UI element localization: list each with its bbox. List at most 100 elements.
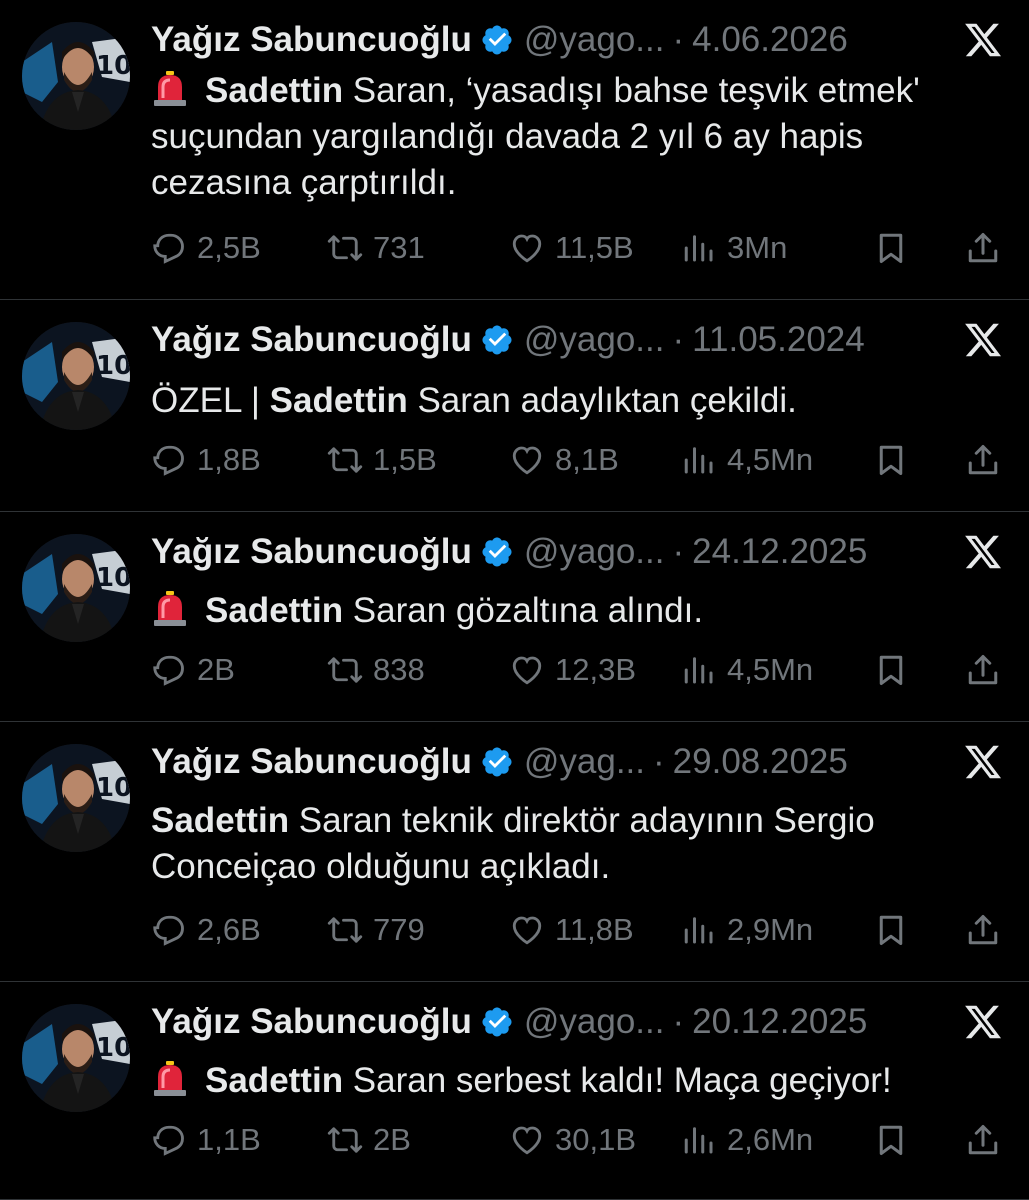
view-count: 4,5Mn xyxy=(727,652,814,687)
tweet-card[interactable]: Yağız Sabuncuoğlu @yago... · 4.06.2026 Sadet… xyxy=(0,0,1029,300)
reply-button[interactable]: 2,5B xyxy=(151,230,261,266)
retweet-count: 779 xyxy=(373,912,425,947)
retweet-count: 731 xyxy=(373,230,425,265)
author-name[interactable]: Yağız Sabuncuoğlu xyxy=(151,1002,472,1042)
share-button[interactable] xyxy=(965,1122,1011,1158)
tweet-date[interactable]: 4.06.2026 xyxy=(692,20,848,60)
like-button[interactable]: 11,5B xyxy=(509,230,634,266)
tweet-bold-name: Sadettin xyxy=(205,71,344,110)
view-count: 4,5Mn xyxy=(727,442,814,477)
tweet-date[interactable]: 11.05.2024 xyxy=(692,320,865,360)
like-button[interactable]: 8,1B xyxy=(509,442,619,478)
retweet-icon xyxy=(327,652,363,688)
bookmark-button[interactable] xyxy=(873,442,919,478)
tweet-bold-name: Sadettin xyxy=(269,381,408,420)
views-button[interactable]: 3Mn xyxy=(681,230,787,266)
reply-button[interactable]: 1,1B xyxy=(151,1122,261,1158)
like-count: 11,5B xyxy=(555,230,634,265)
views-button[interactable]: 2,6Mn xyxy=(681,1122,813,1158)
retweet-button[interactable]: 779 xyxy=(327,912,425,948)
tweet-date[interactable]: 20.12.2025 xyxy=(692,1002,867,1042)
tweet-text: ÖZEL | Sadettin Saran adaylıktan çekildi… xyxy=(151,378,969,424)
view-count: 2,9Mn xyxy=(727,912,814,947)
heart-icon xyxy=(509,230,545,266)
view-count: 3Mn xyxy=(727,230,788,265)
like-button[interactable]: 30,1B xyxy=(509,1122,636,1158)
author-handle[interactable]: @yago... xyxy=(524,20,665,60)
tweet-header: Yağız Sabuncuoğlu @yago... · 11.05.2024 xyxy=(151,318,949,362)
siren-emoji-icon xyxy=(151,1060,189,1098)
siren-emoji-icon xyxy=(151,590,189,628)
like-count: 30,1B xyxy=(555,1122,637,1157)
views-icon xyxy=(681,652,717,688)
tweet-date[interactable]: 24.12.2025 xyxy=(692,532,867,572)
retweet-button[interactable]: 1,5B xyxy=(327,442,437,478)
author-name[interactable]: Yağız Sabuncuoğlu xyxy=(151,20,472,60)
tweet-bold-name: Sadettin xyxy=(151,801,290,840)
view-count: 2,6Mn xyxy=(727,1122,814,1157)
views-button[interactable]: 2,9Mn xyxy=(681,912,813,948)
avatar[interactable] xyxy=(22,22,130,130)
x-logo-icon xyxy=(963,742,1003,782)
author-name[interactable]: Yağız Sabuncuoğlu xyxy=(151,742,472,782)
like-button[interactable]: 12,3B xyxy=(509,652,636,688)
tweet-card[interactable]: Yağız Sabuncuoğlu @yag... · 29.08.2025 Sadet… xyxy=(0,722,1029,982)
share-button[interactable] xyxy=(965,442,1011,478)
verified-badge-icon xyxy=(480,1005,514,1039)
tweet-date[interactable]: 29.08.2025 xyxy=(673,742,848,782)
author-name[interactable]: Yağız Sabuncuoğlu xyxy=(151,532,472,572)
reply-button[interactable]: 2B xyxy=(151,652,235,688)
tweet-text: Sadettin Saran serbest kaldı! Maça geçiy… xyxy=(151,1058,969,1104)
bookmark-button[interactable] xyxy=(873,230,919,266)
avatar[interactable] xyxy=(22,744,130,852)
reply-button[interactable]: 1,8B xyxy=(151,442,261,478)
author-handle[interactable]: @yago... xyxy=(524,532,665,572)
reply-icon xyxy=(151,652,187,688)
tweet-card[interactable]: Yağız Sabuncuoğlu @yago... · 24.12.2025 Sade… xyxy=(0,512,1029,722)
avatar[interactable] xyxy=(22,1004,130,1112)
author-handle[interactable]: @yago... xyxy=(524,1002,665,1042)
tweet-body-text: Saran serbest kaldı! Maça geçiyor! xyxy=(343,1061,892,1100)
retweet-button[interactable]: 838 xyxy=(327,652,425,688)
tweet-card[interactable]: Yağız Sabuncuoğlu @yago... · 20.12.2025 Sade… xyxy=(0,982,1029,1200)
tweet-actions: 1,1B 2B 30,1B 2,6Mn xyxy=(151,1120,1005,1160)
reply-icon xyxy=(151,442,187,478)
x-logo-icon xyxy=(963,20,1003,60)
author-name[interactable]: Yağız Sabuncuoğlu xyxy=(151,320,472,360)
views-button[interactable]: 4,5Mn xyxy=(681,652,813,688)
retweet-button[interactable]: 2B xyxy=(327,1122,411,1158)
retweet-icon xyxy=(327,912,363,948)
tweet-card[interactable]: Yağız Sabuncuoğlu @yago... · 11.05.2024 ÖZEL… xyxy=(0,300,1029,512)
bookmark-button[interactable] xyxy=(873,912,919,948)
views-button[interactable]: 4,5Mn xyxy=(681,442,813,478)
siren-emoji-icon xyxy=(151,70,189,108)
retweet-icon xyxy=(327,442,363,478)
tweet-text: Sadettin Saran, ‘yasadışı bahse teşvik e… xyxy=(151,68,969,206)
share-button[interactable] xyxy=(965,652,1011,688)
avatar[interactable] xyxy=(22,322,130,430)
like-button[interactable]: 11,8B xyxy=(509,912,634,948)
avatar[interactable] xyxy=(22,534,130,642)
bookmark-button[interactable] xyxy=(873,1122,919,1158)
tweet-prefix: ÖZEL | xyxy=(151,381,270,420)
reply-button[interactable]: 2,6B xyxy=(151,912,261,948)
heart-icon xyxy=(509,442,545,478)
views-icon xyxy=(681,1122,717,1158)
tweet-text: Sadettin Saran teknik direktör adayının … xyxy=(151,798,969,890)
tweet-body-text: Saran adaylıktan çekildi. xyxy=(407,381,797,420)
share-button[interactable] xyxy=(965,912,1011,948)
share-icon xyxy=(965,652,1001,688)
author-handle[interactable]: @yago... xyxy=(524,320,665,360)
bookmark-icon xyxy=(873,442,909,478)
tweet-header: Yağız Sabuncuoğlu @yago... · 20.12.2025 xyxy=(151,1000,949,1044)
retweet-button[interactable]: 731 xyxy=(327,230,425,266)
retweet-icon xyxy=(327,230,363,266)
retweet-icon xyxy=(327,1122,363,1158)
bookmark-button[interactable] xyxy=(873,652,919,688)
x-logo-icon xyxy=(963,1002,1003,1042)
heart-icon xyxy=(509,652,545,688)
tweet-text: Sadettin Saran gözaltına alındı. xyxy=(151,588,969,634)
author-handle[interactable]: @yag... xyxy=(524,742,645,782)
share-button[interactable] xyxy=(965,230,1011,266)
retweet-count: 838 xyxy=(373,652,425,687)
